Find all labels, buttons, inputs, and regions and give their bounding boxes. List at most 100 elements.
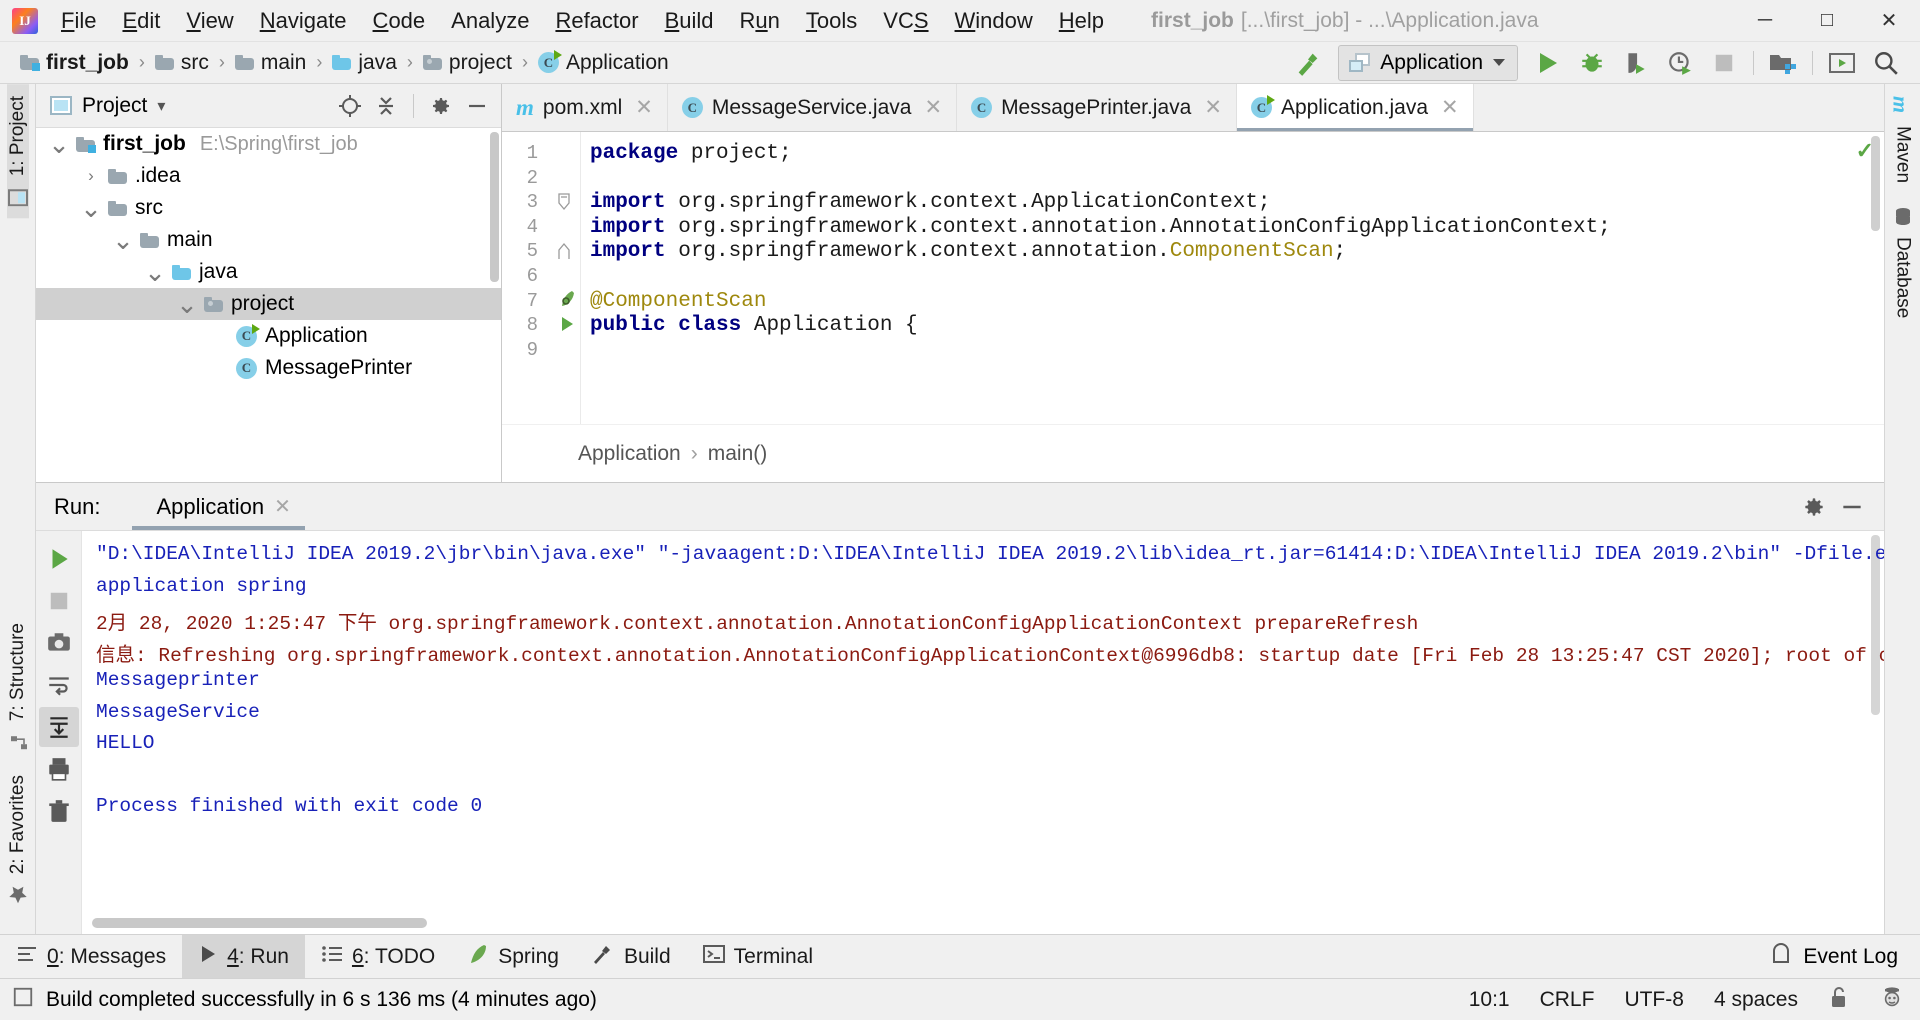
spring-bean-gutter-icon[interactable]: [558, 289, 578, 314]
breadcrumb-item-main[interactable]: main: [231, 49, 311, 77]
run-console[interactable]: "D:\IDEA\IntelliJ IDEA 2019.2\jbr\bin\ja…: [82, 531, 1884, 934]
breadcrumb-item-project[interactable]: project: [419, 49, 516, 77]
profiler-button[interactable]: [1658, 45, 1702, 81]
tree-node-firstjob[interactable]: ⌄ first_job E:\Spring\first_job: [36, 128, 501, 160]
breadcrumb-item-application[interactable]: C Application: [534, 49, 673, 77]
build-icon[interactable]: [1286, 45, 1330, 81]
sidebar-item-favorites[interactable]: 2: Favorites: [7, 763, 29, 916]
menu-item-run[interactable]: Run: [727, 4, 793, 38]
update-running-application-button[interactable]: [1820, 45, 1864, 81]
bottom-tab-4run[interactable]: 4: Run: [182, 935, 305, 978]
editor-code[interactable]: package project; import org.springframewo…: [580, 132, 1884, 424]
tree-node-java[interactable]: ⌄ java: [36, 256, 501, 288]
bottom-tab-build[interactable]: Build: [575, 935, 687, 978]
fold-import-icon[interactable]: [558, 193, 570, 216]
fold-end-icon[interactable]: [558, 242, 570, 265]
search-everywhere-button[interactable]: [1864, 45, 1908, 81]
tree-node-src[interactable]: ⌄ src: [36, 192, 501, 224]
chevron-down-icon[interactable]: ⌄: [144, 259, 166, 285]
camera-button[interactable]: [39, 623, 79, 663]
editor-breadcrumb-item[interactable]: Application: [578, 442, 681, 466]
caret-position[interactable]: 10:1: [1469, 988, 1510, 1012]
menu-item-refactor[interactable]: Refactor: [542, 4, 651, 38]
indent-setting[interactable]: 4 spaces: [1714, 988, 1798, 1012]
print-button[interactable]: [39, 749, 79, 789]
menu-item-edit[interactable]: Edit: [109, 4, 173, 38]
locate-icon[interactable]: [334, 91, 366, 121]
console-horizontal-scrollbar[interactable]: [92, 918, 427, 928]
event-log-button[interactable]: Event Log: [1770, 935, 1920, 978]
maximize-button[interactable]: □: [1796, 0, 1858, 42]
chevron-down-icon[interactable]: ⌄: [112, 227, 134, 253]
run-configuration-selector[interactable]: Application: [1338, 44, 1518, 81]
breadcrumb-item-java[interactable]: java: [328, 49, 401, 77]
project-tree[interactable]: ⌄ first_job E:\Spring\first_job › .idea ⌄ src ⌄…: [36, 128, 501, 482]
sidebar-item-project[interactable]: 1: Project: [6, 84, 29, 219]
bottom-tab-0messages[interactable]: 0: Messages: [0, 935, 182, 978]
chevron-down-icon[interactable]: ⌄: [176, 291, 198, 317]
editor-scrollbar[interactable]: [1871, 136, 1880, 231]
editor-tab-applicationjava[interactable]: C Application.java ✕: [1236, 84, 1474, 131]
line-separator[interactable]: CRLF: [1540, 988, 1595, 1012]
close-icon[interactable]: ✕: [924, 95, 942, 120]
run-tab-application[interactable]: Application ✕: [132, 483, 304, 530]
sidebar-item-structure[interactable]: 7: Structure: [7, 611, 29, 763]
scroll-to-end-button[interactable]: [38, 707, 79, 747]
unlocked-icon[interactable]: [1828, 985, 1850, 1015]
minimize-button[interactable]: ─: [1734, 0, 1796, 42]
close-icon[interactable]: ✕: [1441, 95, 1459, 120]
tree-node-main[interactable]: ⌄ main: [36, 224, 501, 256]
sidebar-item-maven[interactable]: m Maven: [1889, 84, 1914, 195]
close-button[interactable]: ✕: [1858, 0, 1920, 42]
editor-tab-messageservicejava[interactable]: C MessageService.java ✕: [668, 84, 958, 131]
menu-item-file[interactable]: File: [48, 4, 109, 38]
menu-item-analyze[interactable]: Analyze: [438, 4, 542, 38]
hide-icon[interactable]: [1836, 492, 1868, 522]
close-icon[interactable]: ✕: [274, 494, 291, 519]
menu-item-tools[interactable]: Tools: [793, 4, 870, 38]
tree-node-idea[interactable]: › .idea: [36, 160, 501, 192]
menu-item-window[interactable]: Window: [942, 4, 1046, 38]
run-coverage-button[interactable]: [1614, 45, 1658, 81]
menu-item-view[interactable]: View: [173, 4, 246, 38]
tree-node-messageprinter[interactable]: C MessagePrinter: [36, 352, 501, 384]
breadcrumb-item-src[interactable]: src: [151, 49, 213, 77]
editor-tab-pomxml[interactable]: m pom.xml ✕: [502, 84, 668, 131]
chevron-down-icon[interactable]: ⌄: [80, 195, 102, 221]
hide-icon[interactable]: [461, 91, 493, 121]
hector-icon[interactable]: [1880, 985, 1904, 1015]
rerun-button[interactable]: [39, 539, 79, 579]
collapse-all-icon[interactable]: [370, 91, 402, 121]
chevron-right-icon[interactable]: ›: [82, 166, 100, 185]
close-icon[interactable]: ✕: [635, 95, 653, 120]
editor-body[interactable]: 123456789 package project; import org.spr…: [502, 132, 1884, 424]
menu-item-code[interactable]: Code: [360, 4, 439, 38]
chevron-down-icon[interactable]: ▾: [157, 96, 165, 116]
stop-button[interactable]: [1702, 45, 1746, 81]
menu-item-build[interactable]: Build: [652, 4, 727, 38]
menu-item-navigate[interactable]: Navigate: [247, 4, 360, 38]
sidebar-item-database[interactable]: Database: [1892, 195, 1914, 330]
file-encoding[interactable]: UTF-8: [1624, 988, 1684, 1012]
project-tree-scrollbar[interactable]: [490, 132, 499, 282]
close-icon[interactable]: ✕: [1204, 95, 1222, 120]
clear-all-button[interactable]: [39, 791, 79, 831]
bottom-tab-spring[interactable]: Spring: [451, 935, 575, 978]
menu-item-vcs[interactable]: VCS: [870, 4, 941, 38]
settings-gear-icon[interactable]: [425, 91, 457, 121]
editor-gutter[interactable]: 123456789: [502, 132, 581, 424]
settings-gear-icon[interactable]: [1798, 492, 1830, 522]
breadcrumb-item-first_job[interactable]: first_job: [16, 49, 133, 77]
bottom-tab-6todo[interactable]: 6: TODO: [305, 935, 451, 978]
run-button[interactable]: [1526, 45, 1570, 81]
editor-tab-messageprinterjava[interactable]: C MessagePrinter.java ✕: [957, 84, 1237, 131]
debug-button[interactable]: [1570, 45, 1614, 81]
run-gutter-icon[interactable]: [558, 315, 576, 338]
stop-button[interactable]: [39, 581, 79, 621]
editor-breadcrumb-item[interactable]: main(): [708, 442, 768, 466]
open-project-structure-button[interactable]: [1761, 45, 1805, 81]
project-panel-title-group[interactable]: Project ▾: [50, 94, 165, 118]
menu-item-help[interactable]: Help: [1046, 4, 1117, 38]
soft-wrap-button[interactable]: [39, 665, 79, 705]
chevron-down-icon[interactable]: ⌄: [48, 131, 70, 157]
